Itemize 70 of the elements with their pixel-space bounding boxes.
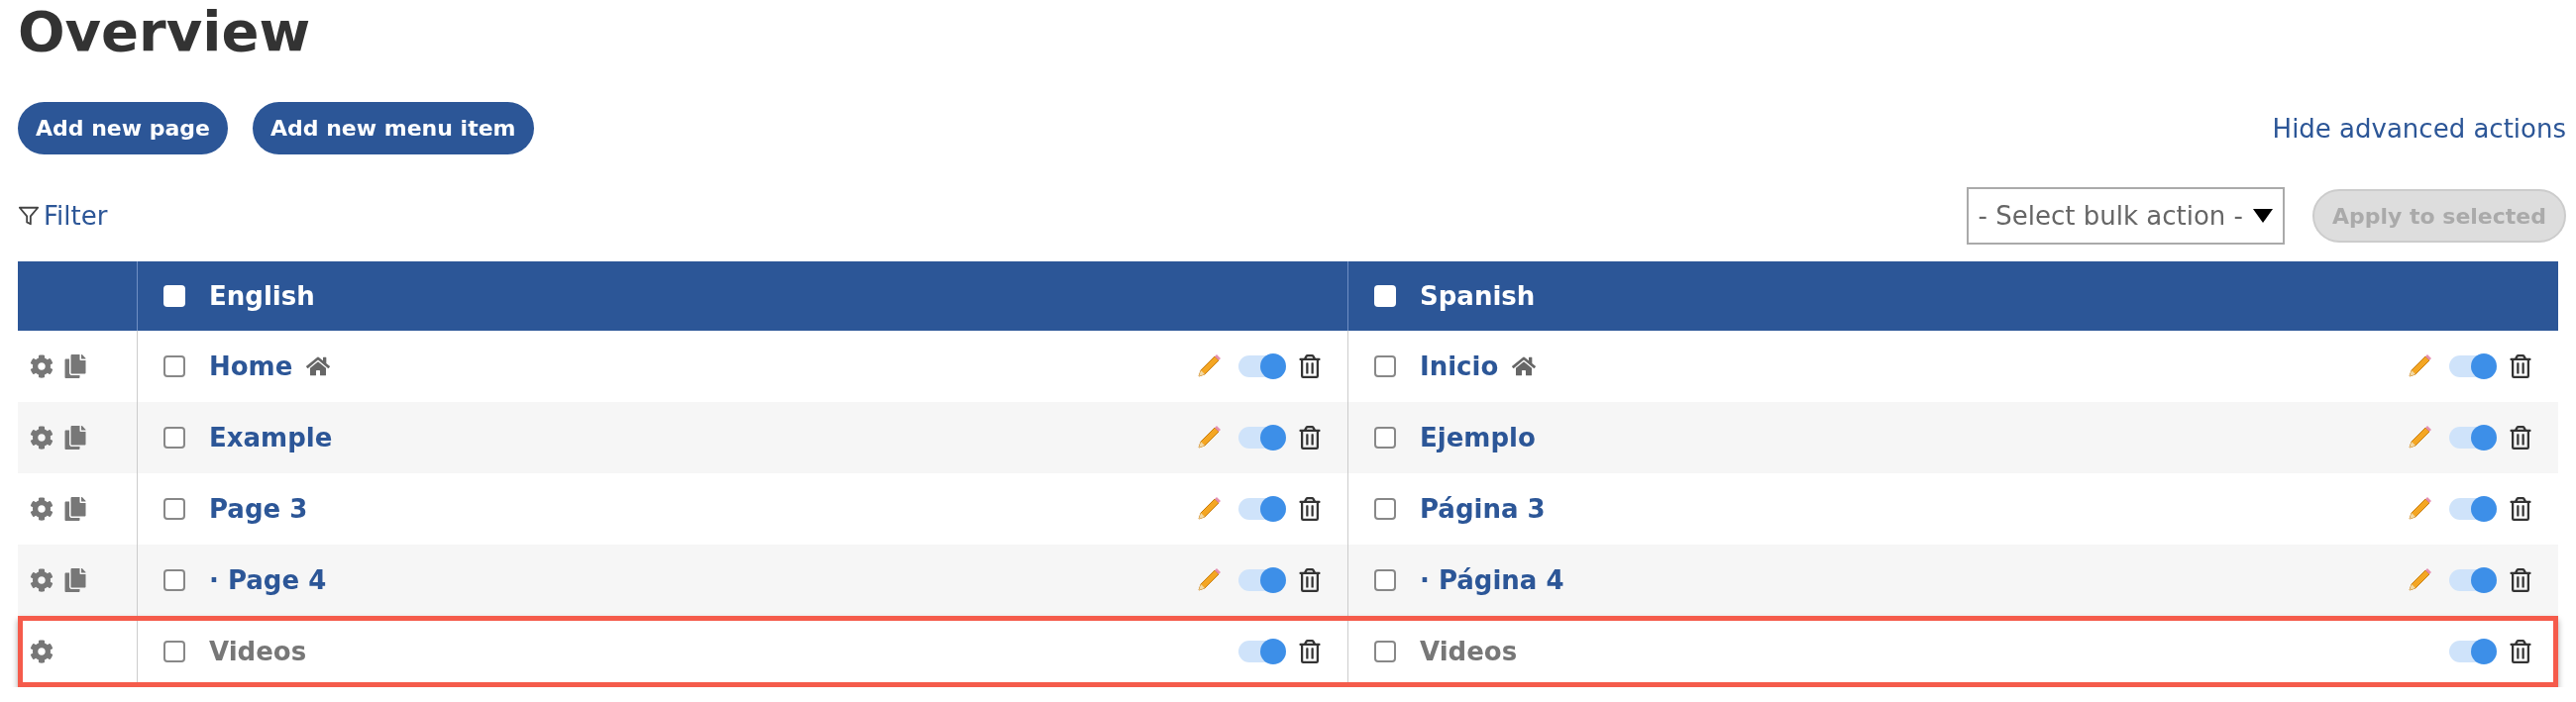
- filter-icon: [18, 205, 40, 227]
- gear-icon[interactable]: [30, 354, 54, 378]
- gear-icon[interactable]: [30, 640, 54, 663]
- checkbox[interactable]: [163, 641, 185, 662]
- toggle-switch[interactable]: [1238, 569, 1284, 591]
- checkbox[interactable]: [163, 355, 185, 377]
- pencil-icon[interactable]: [1195, 424, 1223, 451]
- page-link[interactable]: Página 3: [1420, 494, 1546, 524]
- copy-icon[interactable]: [63, 354, 87, 378]
- pencil-icon[interactable]: [2406, 424, 2433, 451]
- copy-icon[interactable]: [63, 497, 87, 521]
- page-link[interactable]: · Page 4: [209, 565, 327, 595]
- hide-actions-link[interactable]: Hide advanced actions: [2272, 113, 2566, 144]
- page-link[interactable]: Page 3: [209, 494, 308, 524]
- checkbox[interactable]: [1374, 427, 1396, 449]
- checkbox[interactable]: [1374, 498, 1396, 520]
- menu-item-label: Videos: [1420, 637, 1518, 666]
- checkbox[interactable]: [163, 498, 185, 520]
- trash-icon[interactable]: [2509, 497, 2532, 521]
- toggle-switch[interactable]: [2449, 641, 2495, 662]
- toggle-switch[interactable]: [1238, 427, 1284, 449]
- trash-icon[interactable]: [2509, 426, 2532, 450]
- page-link[interactable]: Ejemplo: [1420, 423, 1536, 452]
- gear-icon[interactable]: [30, 568, 54, 592]
- checkbox[interactable]: [1374, 641, 1396, 662]
- gear-icon[interactable]: [30, 426, 54, 450]
- pencil-icon[interactable]: [2406, 566, 2433, 594]
- trash-icon[interactable]: [1298, 354, 1322, 378]
- page-link[interactable]: · Página 4: [1420, 565, 1564, 595]
- toggle-switch[interactable]: [2449, 569, 2495, 591]
- page-link[interactable]: Inicio: [1420, 351, 1499, 381]
- trash-icon[interactable]: [2509, 568, 2532, 592]
- pencil-icon[interactable]: [1195, 566, 1223, 594]
- checkbox[interactable]: [163, 569, 185, 591]
- trash-icon[interactable]: [1298, 497, 1322, 521]
- trash-icon[interactable]: [1298, 568, 1322, 592]
- menu-item-label: Videos: [209, 637, 307, 666]
- pencil-icon[interactable]: [1195, 352, 1223, 380]
- add-button[interactable]: Add new page: [18, 102, 228, 154]
- toggle-switch[interactable]: [2449, 427, 2495, 449]
- page-title: Overview: [18, 0, 311, 65]
- pencil-icon[interactable]: [2406, 352, 2433, 380]
- pencil-icon[interactable]: [1195, 495, 1223, 523]
- toggle-switch[interactable]: [1238, 355, 1284, 377]
- select-all-checkbox[interactable]: [1374, 285, 1396, 307]
- checkbox[interactable]: [1374, 355, 1396, 377]
- checkbox[interactable]: [163, 427, 185, 449]
- trash-icon[interactable]: [2509, 640, 2532, 663]
- add-button[interactable]: Add new menu item: [253, 102, 534, 154]
- toggle-switch[interactable]: [1238, 641, 1284, 662]
- pencil-icon[interactable]: [2406, 495, 2433, 523]
- gear-icon[interactable]: [30, 497, 54, 521]
- filter-label[interactable]: Filter: [44, 201, 108, 231]
- bulk-action-select[interactable]: - Select bulk action -: [1966, 187, 2285, 245]
- select-all-checkbox[interactable]: [163, 285, 185, 307]
- filter-link[interactable]: Filter: [18, 201, 108, 231]
- checkbox[interactable]: [1374, 569, 1396, 591]
- copy-icon[interactable]: [63, 426, 87, 450]
- column-header: Spanish: [1420, 281, 1536, 311]
- toggle-switch[interactable]: [2449, 498, 2495, 520]
- page-link[interactable]: Example: [209, 423, 333, 452]
- column-header: English: [209, 281, 315, 311]
- toggle-switch[interactable]: [1238, 498, 1284, 520]
- copy-icon[interactable]: [63, 568, 87, 592]
- dropdown-icon: [2252, 209, 2273, 223]
- toggle-switch[interactable]: [2449, 355, 2495, 377]
- trash-icon[interactable]: [2509, 354, 2532, 378]
- trash-icon[interactable]: [1298, 640, 1322, 663]
- trash-icon[interactable]: [1298, 426, 1322, 450]
- page-link[interactable]: Home: [209, 351, 293, 381]
